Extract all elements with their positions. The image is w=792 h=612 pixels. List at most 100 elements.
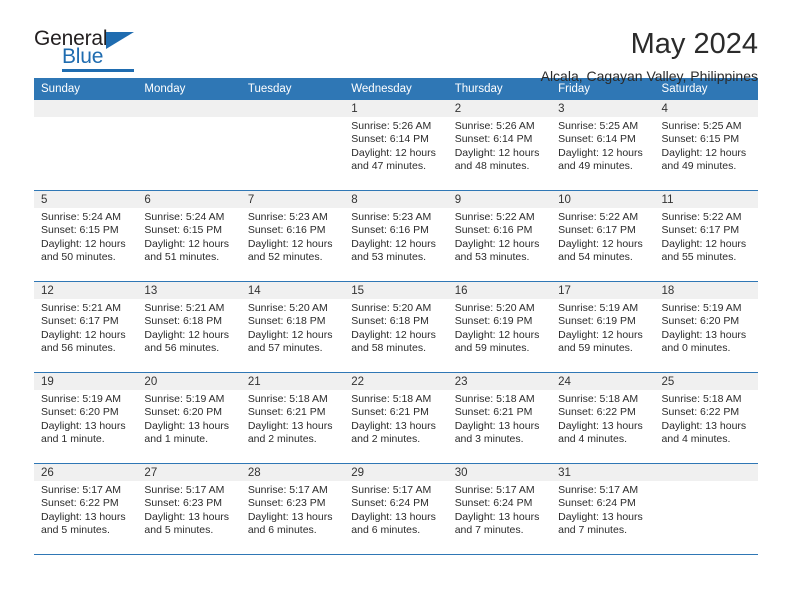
calendar-week-row: 1 Sunrise: 5:26 AM Sunset: 6:14 PM Daylight… — [34, 100, 758, 191]
calendar-day-cell[interactable]: 12 Sunrise: 5:21 AM Sunset: 6:17 PM Dayligh… — [34, 281, 138, 373]
calendar-day-cell[interactable]: 25 Sunrise: 5:18 AM Sunset: 6:22 PM Dayligh… — [654, 372, 758, 464]
calendar-day-cell[interactable]: 8 Sunrise: 5:23 AM Sunset: 6:16 PM Daylight… — [344, 190, 448, 282]
daylight-text-line2: and 56 minutes. — [144, 342, 220, 355]
calendar-day-cell[interactable]: 7 Sunrise: 5:23 AM Sunset: 6:16 PM Daylight… — [240, 190, 345, 282]
calendar-week-row: 19 Sunrise: 5:19 AM Sunset: 6:20 PM Dayligh… — [34, 372, 758, 464]
calendar-day-cell[interactable]: 30 Sunrise: 5:17 AM Sunset: 6:24 PM Dayligh… — [447, 463, 552, 555]
day-details: Sunrise: 5:21 AM Sunset: 6:17 PM Daylight:… — [34, 299, 137, 356]
sunset-text: Sunset: 6:21 PM — [247, 406, 326, 419]
day-details: Sunrise: 5:25 AM Sunset: 6:15 PM Daylight:… — [655, 117, 758, 174]
day-details: Sunrise: 5:18 AM Sunset: 6:21 PM Daylight:… — [448, 390, 551, 447]
logo-word-blue: Blue — [62, 45, 104, 68]
day-details: Sunrise: 5:22 AM Sunset: 6:16 PM Daylight:… — [448, 208, 551, 265]
sunrise-text: Sunrise: 5:22 AM — [558, 211, 639, 223]
calendar-day-cell[interactable]: 23 Sunrise: 5:18 AM Sunset: 6:21 PM Dayligh… — [447, 372, 552, 464]
daylight-text-line1: Daylight: 12 hours — [454, 237, 540, 250]
sunrise-text: Sunrise: 5:18 AM — [558, 393, 639, 405]
day-details: Sunrise: 5:17 AM Sunset: 6:24 PM Daylight:… — [551, 481, 654, 538]
sunset-text: Sunset: 6:21 PM — [454, 406, 533, 419]
daylight-text-line2: and 57 minutes. — [247, 342, 323, 355]
calendar-day-cell[interactable]: 24 Sunrise: 5:18 AM Sunset: 6:22 PM Dayligh… — [551, 372, 655, 464]
calendar-day-cell[interactable]: 15 Sunrise: 5:20 AM Sunset: 6:18 PM Dayligh… — [344, 281, 448, 373]
calendar-day-cell[interactable]: 9 Sunrise: 5:22 AM Sunset: 6:16 PM Daylight… — [447, 190, 552, 282]
sunrise-text: Sunrise: 5:19 AM — [661, 302, 742, 314]
day-details: Sunrise: 5:18 AM Sunset: 6:22 PM Daylight:… — [655, 390, 758, 447]
calendar-day-cell[interactable]: 21 Sunrise: 5:18 AM Sunset: 6:21 PM Dayligh… — [240, 372, 345, 464]
daylight-text-line1: Daylight: 12 hours — [558, 146, 643, 159]
daylight-text-line1: Daylight: 13 hours — [247, 419, 333, 432]
day-cell-inner: 29 Sunrise: 5:17 AM Sunset: 6:24 PM Dayligh… — [344, 464, 448, 554]
daylight-text-line1: Daylight: 12 hours — [558, 328, 643, 341]
sunset-text: Sunset: 6:17 PM — [661, 224, 740, 237]
calendar-day-cell-empty — [654, 463, 758, 555]
calendar-day-cell[interactable]: 10 Sunrise: 5:22 AM Sunset: 6:17 PM Dayligh… — [551, 190, 655, 282]
daylight-text-line1: Daylight: 12 hours — [144, 237, 230, 250]
day-number: 20 — [137, 373, 241, 390]
sunrise-text: Sunrise: 5:18 AM — [661, 393, 742, 405]
sunrise-text: Sunrise: 5:24 AM — [144, 211, 225, 223]
day-number: 1 — [344, 100, 448, 117]
daylight-text-line2: and 0 minutes. — [661, 342, 731, 355]
sunset-text: Sunset: 6:21 PM — [351, 406, 429, 419]
day-details: Sunrise: 5:26 AM Sunset: 6:14 PM Daylight:… — [448, 117, 551, 174]
day-cell-inner: 18 Sunrise: 5:19 AM Sunset: 6:20 PM Dayligh… — [654, 282, 758, 372]
sunrise-sunset-calendar: Sunday Monday Tuesday Wednesday Thursday Frid… — [34, 78, 758, 555]
daylight-text-line2: and 5 minutes. — [41, 524, 110, 537]
sunrise-text: Sunrise: 5:18 AM — [351, 393, 432, 405]
sunset-text: Sunset: 6:14 PM — [558, 133, 636, 146]
page-title: May 2024 — [630, 28, 758, 60]
calendar-day-cell[interactable]: 11 Sunrise: 5:22 AM Sunset: 6:17 PM Dayligh… — [654, 190, 758, 282]
sunrise-text: Sunrise: 5:23 AM — [351, 211, 432, 223]
day-number: 8 — [344, 191, 448, 208]
daylight-text-line1: Daylight: 12 hours — [351, 146, 436, 159]
daylight-text-line2: and 4 minutes. — [661, 433, 731, 446]
daylight-text-line1: Daylight: 12 hours — [454, 146, 540, 159]
calendar-day-cell[interactable]: 31 Sunrise: 5:17 AM Sunset: 6:24 PM Dayligh… — [551, 463, 655, 555]
calendar-day-cell[interactable]: 26 Sunrise: 5:17 AM Sunset: 6:22 PM Dayligh… — [34, 463, 138, 555]
daylight-text-line2: and 2 minutes. — [351, 433, 421, 446]
day-cell-inner: 21 Sunrise: 5:18 AM Sunset: 6:21 PM Dayligh… — [240, 373, 345, 463]
calendar-week-row: 5 Sunrise: 5:24 AM Sunset: 6:15 PM Daylight… — [34, 190, 758, 282]
sunset-text: Sunset: 6:22 PM — [661, 406, 740, 419]
sunrise-text: Sunrise: 5:20 AM — [454, 302, 535, 314]
daylight-text-line1: Daylight: 12 hours — [661, 237, 747, 250]
daylight-text-line2: and 54 minutes. — [558, 251, 633, 264]
page-header: General Blue May 2024 Alcala, Cagayan Va… — [34, 0, 758, 85]
calendar-day-cell[interactable]: 3 Sunrise: 5:25 AM Sunset: 6:14 PM Daylight… — [551, 100, 655, 191]
calendar-day-cell[interactable]: 13 Sunrise: 5:21 AM Sunset: 6:18 PM Dayligh… — [137, 281, 241, 373]
day-cell-inner — [137, 100, 241, 190]
sunset-text: Sunset: 6:23 PM — [144, 497, 223, 510]
calendar-day-cell[interactable]: 27 Sunrise: 5:17 AM Sunset: 6:23 PM Dayligh… — [137, 463, 241, 555]
calendar-day-cell[interactable]: 20 Sunrise: 5:19 AM Sunset: 6:20 PM Dayligh… — [137, 372, 241, 464]
calendar-day-cell[interactable]: 29 Sunrise: 5:17 AM Sunset: 6:24 PM Dayligh… — [344, 463, 448, 555]
daylight-text-line1: Daylight: 12 hours — [41, 237, 126, 250]
day-details: Sunrise: 5:20 AM Sunset: 6:19 PM Daylight:… — [448, 299, 551, 356]
daylight-text-line2: and 50 minutes. — [41, 251, 116, 264]
calendar-day-cell[interactable]: 17 Sunrise: 5:19 AM Sunset: 6:19 PM Dayligh… — [551, 281, 655, 373]
calendar-day-cell[interactable]: 16 Sunrise: 5:20 AM Sunset: 6:19 PM Dayligh… — [447, 281, 552, 373]
calendar-day-cell[interactable]: 2 Sunrise: 5:26 AM Sunset: 6:14 PM Daylight… — [447, 100, 552, 191]
calendar-day-cell[interactable]: 28 Sunrise: 5:17 AM Sunset: 6:23 PM Dayligh… — [240, 463, 345, 555]
sunset-text: Sunset: 6:15 PM — [41, 224, 119, 237]
calendar-day-cell[interactable]: 22 Sunrise: 5:18 AM Sunset: 6:21 PM Dayligh… — [344, 372, 448, 464]
day-cell-inner: 13 Sunrise: 5:21 AM Sunset: 6:18 PM Dayligh… — [137, 282, 241, 372]
day-cell-inner: 30 Sunrise: 5:17 AM Sunset: 6:24 PM Dayligh… — [447, 464, 552, 554]
day-number: 16 — [447, 282, 552, 299]
day-number: 4 — [654, 100, 758, 117]
calendar-day-cell[interactable]: 5 Sunrise: 5:24 AM Sunset: 6:15 PM Daylight… — [34, 190, 138, 282]
calendar-day-cell-empty — [34, 100, 138, 191]
calendar-day-cell[interactable]: 18 Sunrise: 5:19 AM Sunset: 6:20 PM Dayligh… — [654, 281, 758, 373]
calendar-day-cell[interactable]: 6 Sunrise: 5:24 AM Sunset: 6:15 PM Daylight… — [137, 190, 241, 282]
sunrise-text: Sunrise: 5:17 AM — [247, 484, 328, 496]
day-cell-inner: 26 Sunrise: 5:17 AM Sunset: 6:22 PM Dayligh… — [34, 464, 138, 554]
calendar-day-cell[interactable]: 19 Sunrise: 5:19 AM Sunset: 6:20 PM Dayligh… — [34, 372, 138, 464]
daylight-text-line2: and 59 minutes. — [454, 342, 530, 355]
sunset-text: Sunset: 6:15 PM — [144, 224, 223, 237]
calendar-day-cell[interactable]: 14 Sunrise: 5:20 AM Sunset: 6:18 PM Dayligh… — [240, 281, 345, 373]
sunrise-text: Sunrise: 5:19 AM — [144, 393, 225, 405]
calendar-day-cell[interactable]: 1 Sunrise: 5:26 AM Sunset: 6:14 PM Daylight… — [344, 100, 448, 191]
sunrise-text: Sunrise: 5:25 AM — [558, 120, 639, 132]
daylight-text-line1: Daylight: 12 hours — [247, 237, 333, 250]
sunrise-text: Sunrise: 5:22 AM — [454, 211, 535, 223]
calendar-day-cell[interactable]: 4 Sunrise: 5:25 AM Sunset: 6:15 PM Daylight… — [654, 100, 758, 191]
